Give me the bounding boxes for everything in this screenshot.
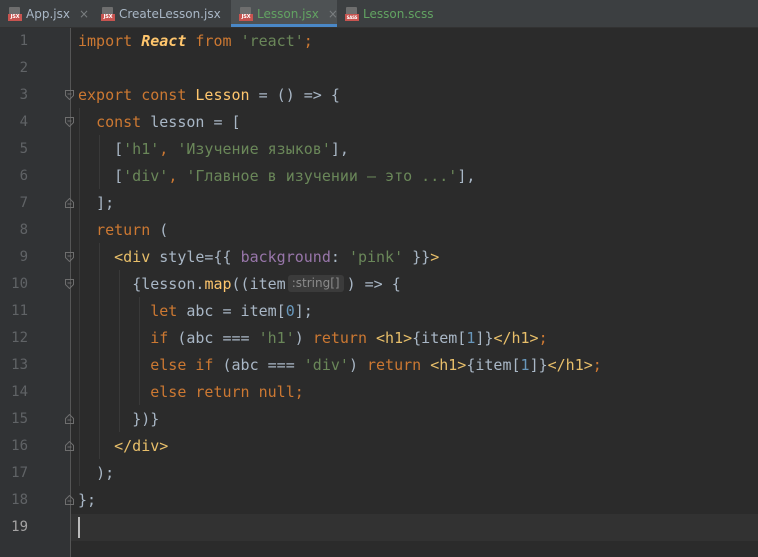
line-number: 7 <box>19 195 28 211</box>
editor-tab-bar: JSX App.jsx × JSX CreateLesson.jsx × JSX… <box>0 0 758 28</box>
code-line-6: ['div', 'Главное в изучении — это ...'], <box>114 167 476 185</box>
code-line-15: })} <box>132 410 160 428</box>
line-number: 17 <box>11 465 28 481</box>
code-line-8: return ( <box>96 221 169 239</box>
close-icon[interactable]: × <box>79 8 89 20</box>
line-number: 4 <box>19 114 28 130</box>
code-line-5: ['h1', 'Изучение языков'], <box>114 140 349 158</box>
code-line-18: }; <box>78 491 97 509</box>
code-line-1: import React from 'react'; <box>78 32 313 50</box>
line-number: 1 <box>19 33 28 49</box>
jsx-file-icon: JSX <box>239 6 253 21</box>
tab-app-jsx[interactable]: JSX App.jsx × <box>0 0 93 27</box>
tab-label: Lesson.scss <box>363 6 434 21</box>
tab-create-lesson-jsx[interactable]: JSX CreateLesson.jsx × <box>93 0 240 27</box>
code-line-9: <div style={{ background: 'pink' }}> <box>114 248 440 266</box>
line-number: 16 <box>11 438 28 454</box>
code-editor-window: JSX App.jsx × JSX CreateLesson.jsx × JSX… <box>0 0 758 557</box>
tab-label: Lesson.jsx <box>257 6 319 21</box>
code-line-13: else if (abc === 'div') return <h1>{item… <box>150 356 602 374</box>
line-number: 10 <box>11 276 28 292</box>
line-number: 12 <box>11 330 28 346</box>
line-number: 15 <box>11 411 28 427</box>
sass-file-icon: SASS <box>345 6 359 21</box>
line-number: 5 <box>19 141 28 157</box>
code-line-7: ]; <box>96 194 115 212</box>
tab-label: App.jsx <box>26 6 70 21</box>
jsx-file-icon: JSX <box>101 6 115 21</box>
code-line-14: else return null; <box>150 383 304 401</box>
line-number: 13 <box>11 357 28 373</box>
type-hint: :string[] <box>287 275 344 292</box>
code-line-16: </div> <box>114 437 169 455</box>
line-number: 19 <box>11 519 28 535</box>
line-number: 18 <box>11 492 28 508</box>
line-number: 6 <box>19 168 28 184</box>
tab-lesson-scss[interactable]: SASS Lesson.scss <box>337 0 445 27</box>
jsx-file-icon: JSX <box>8 6 22 21</box>
line-number: 2 <box>19 60 28 76</box>
code-line-3: export const Lesson = () => { <box>78 86 340 104</box>
line-number: 9 <box>19 249 28 265</box>
code-line-4: const lesson = [ <box>96 113 241 131</box>
tab-label: CreateLesson.jsx <box>119 6 221 21</box>
text-caret <box>78 517 80 538</box>
code-line-10: {lesson.map((item:string[]) => { <box>132 275 401 293</box>
code-line-11: let abc = item[0]; <box>150 302 313 320</box>
line-number: 14 <box>11 384 28 400</box>
code-line-17: ); <box>96 464 115 482</box>
line-number: 11 <box>11 303 28 319</box>
tab-lesson-jsx[interactable]: JSX Lesson.jsx × <box>231 0 338 27</box>
line-number: 8 <box>19 222 28 238</box>
code-line-12: if (abc === 'h1') return <h1>{item[1]}</… <box>150 329 548 347</box>
line-number: 3 <box>19 87 28 103</box>
